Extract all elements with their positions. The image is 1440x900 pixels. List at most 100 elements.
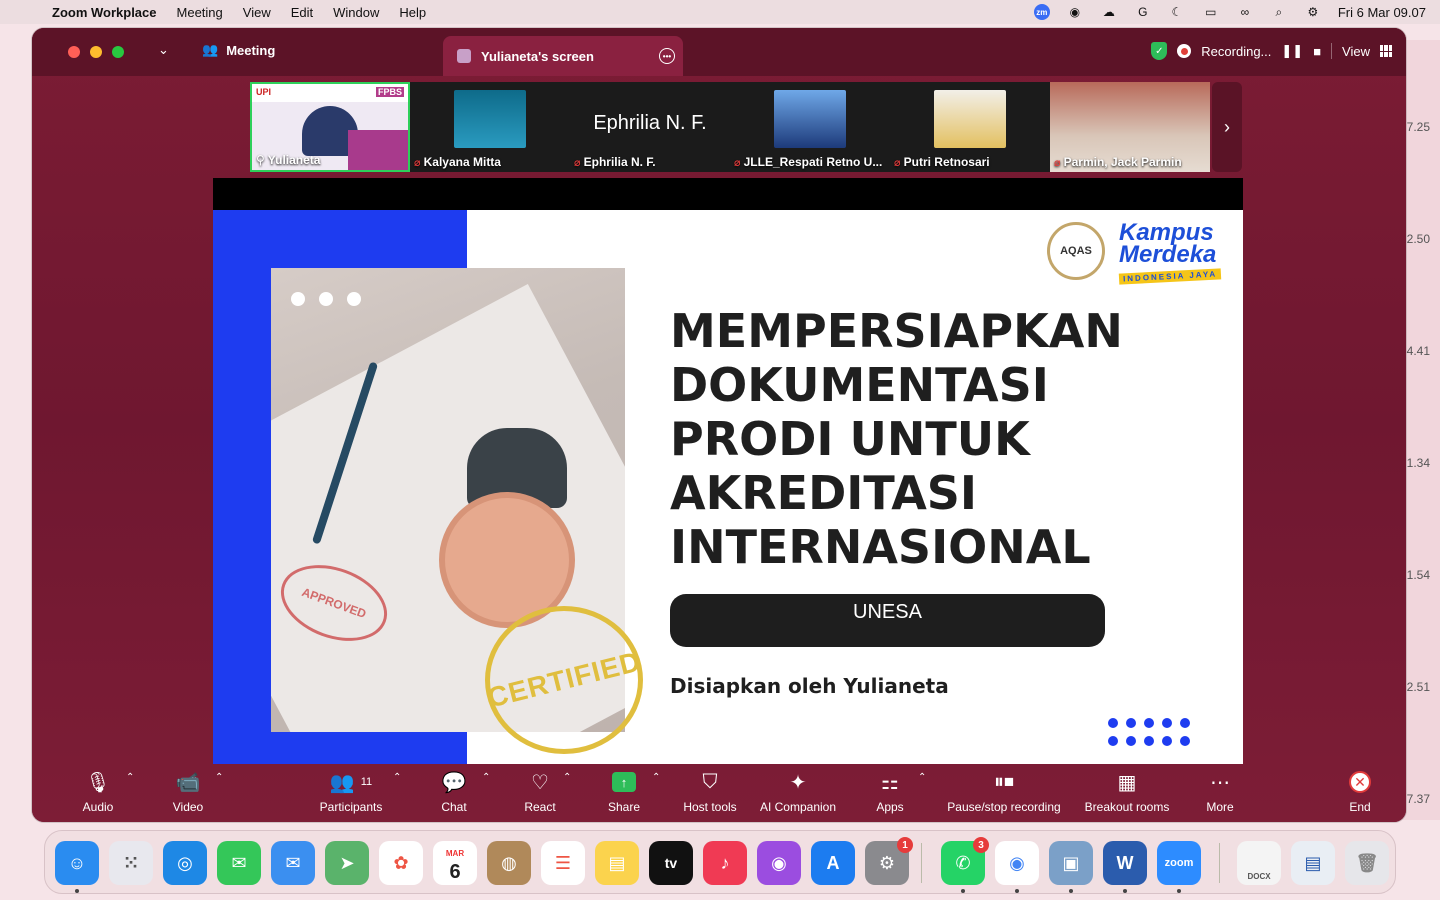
- downloads-stack-icon[interactable]: ▤: [1291, 841, 1335, 885]
- battery-icon[interactable]: ▭: [1202, 5, 1220, 19]
- cloud-icon[interactable]: ☁: [1100, 5, 1118, 19]
- recording-status: Recording...: [1201, 43, 1272, 59]
- menubar-datetime[interactable]: Fri 6 Mar 09.07: [1338, 5, 1426, 20]
- security-shield-icon[interactable]: ✓: [1151, 42, 1168, 60]
- notification-badge: 3: [973, 837, 989, 853]
- menu-app-name[interactable]: Zoom Workplace: [52, 5, 157, 20]
- participant-thumbnail[interactable]: ⌀ Putri Retnosari: [890, 82, 1050, 172]
- participant-thumbnail[interactable]: UPI FPBS ⚲ Yulianeta: [250, 82, 410, 172]
- control-center-icon[interactable]: ⚙: [1304, 5, 1322, 19]
- muted-mic-icon: ⌀: [734, 156, 741, 169]
- audio-options-caret-icon[interactable]: ⌃: [126, 772, 134, 783]
- end-meeting-button[interactable]: ✕ End: [1344, 768, 1376, 820]
- menu-help[interactable]: Help: [399, 5, 426, 20]
- participants-button[interactable]: 👥 11 Participants: [318, 768, 384, 820]
- share-options-caret-icon[interactable]: ⌃: [652, 772, 660, 783]
- reminders-icon[interactable]: ☰: [541, 841, 585, 885]
- dot-grid-decoration: [1108, 718, 1190, 746]
- podcasts-icon[interactable]: ◉: [757, 841, 801, 885]
- background-number: 7.25: [1406, 120, 1430, 134]
- chat-options-caret-icon[interactable]: ⌃: [482, 772, 490, 783]
- docx-file-icon[interactable]: DOCX: [1237, 841, 1281, 885]
- participant-name: Kalyana Mitta: [423, 155, 501, 169]
- participant-thumbnail[interactable]: ⌀ JLLE_Respati Retno U...: [730, 82, 890, 172]
- menu-edit[interactable]: Edit: [291, 5, 313, 20]
- rocket-icon[interactable]: ◉: [1066, 5, 1084, 19]
- contacts-icon[interactable]: ◍: [487, 841, 531, 885]
- participant-video: [934, 90, 1006, 148]
- react-button[interactable]: ♡ React: [522, 768, 558, 820]
- app-store-icon[interactable]: A: [811, 841, 855, 885]
- zoom-status-icon[interactable]: zm: [1033, 4, 1050, 20]
- chrome-icon[interactable]: ◉: [995, 841, 1039, 885]
- apps-options-caret-icon[interactable]: ⌃: [918, 772, 926, 783]
- minimize-window-button[interactable]: [90, 46, 102, 58]
- video-button[interactable]: 📹 Video: [168, 768, 208, 820]
- moon-icon[interactable]: ☾: [1168, 5, 1186, 19]
- menu-view[interactable]: View: [243, 5, 271, 20]
- chat-button[interactable]: 💬 Chat: [440, 768, 468, 820]
- running-indicator: [1177, 889, 1181, 893]
- menu-meeting[interactable]: Meeting: [177, 5, 223, 20]
- photos-icon[interactable]: ✿: [379, 841, 423, 885]
- background-number: 2.50: [1406, 232, 1430, 246]
- breakout-rooms-button[interactable]: ▦ Breakout rooms: [1082, 768, 1172, 820]
- trash-icon[interactable]: 🗑: [1345, 841, 1389, 885]
- react-options-caret-icon[interactable]: ⌃: [563, 772, 571, 783]
- chevron-down-icon[interactable]: ⌄: [158, 42, 169, 58]
- word-label: W: [1116, 852, 1134, 873]
- menu-window[interactable]: Window: [333, 5, 379, 20]
- apps-button[interactable]: ⚏ Apps: [874, 768, 906, 820]
- more-button[interactable]: ⋯ More: [1204, 768, 1236, 820]
- participants-label: Participants: [319, 800, 383, 814]
- view-button-label[interactable]: View: [1342, 44, 1370, 59]
- screen-share-tab[interactable]: Yulianeta's screen •••: [443, 36, 683, 76]
- fullscreen-window-button[interactable]: [112, 46, 124, 58]
- share-button[interactable]: ↑ Share: [606, 768, 642, 820]
- meeting-tab[interactable]: 👥 Meeting: [202, 42, 275, 58]
- pause-stop-recording-button[interactable]: ⏸⏹ Pause/stop recording: [944, 768, 1064, 820]
- react-label: React: [524, 800, 556, 814]
- word-icon[interactable]: W: [1103, 841, 1147, 885]
- more-label: More: [1206, 800, 1234, 814]
- music-icon[interactable]: ♪: [703, 841, 747, 885]
- participant-thumbnail[interactable]: ⌀ Kalyana Mitta: [410, 82, 570, 172]
- stop-recording-icon[interactable]: ■: [1313, 44, 1321, 59]
- messages-icon[interactable]: ✉: [217, 841, 261, 885]
- video-label: Video: [172, 800, 204, 814]
- calendar-icon[interactable]: MAR 6: [433, 841, 477, 885]
- participant-thumbnail[interactable]: Ephrilia N. F. ⌀ Ephrilia N. F.: [570, 82, 730, 172]
- host-tools-button[interactable]: ⛉ Host tools: [680, 768, 740, 820]
- notes-icon[interactable]: ▤: [595, 841, 639, 885]
- more-options-icon[interactable]: •••: [659, 48, 675, 64]
- divider: [1331, 43, 1333, 59]
- close-window-button[interactable]: [68, 46, 80, 58]
- finder-icon[interactable]: ☺: [55, 841, 99, 885]
- launchpad-icon[interactable]: ⁙: [109, 841, 153, 885]
- participant-thumbnail[interactable]: ⌀ Parmin, Jack Parmin: [1050, 82, 1210, 172]
- maps-icon[interactable]: ➤: [325, 841, 369, 885]
- safari-icon[interactable]: ◎: [163, 841, 207, 885]
- link-icon[interactable]: ∞: [1236, 5, 1254, 19]
- mail-icon[interactable]: ✉: [271, 841, 315, 885]
- participants-options-caret-icon[interactable]: ⌃: [393, 772, 401, 783]
- pause-stop-icon: ⏸⏹: [994, 770, 1014, 793]
- apple-tv-icon[interactable]: tv: [649, 841, 693, 885]
- preview-icon[interactable]: ▣: [1049, 841, 1093, 885]
- view-grid-icon[interactable]: [1380, 45, 1392, 57]
- pause-recording-icon[interactable]: ❚❚: [1281, 43, 1303, 59]
- breakout-rooms-icon: ▦: [1117, 771, 1137, 794]
- system-settings-icon[interactable]: ⚙ 1: [865, 837, 913, 885]
- ai-companion-button[interactable]: ✦ AI Companion: [758, 768, 838, 820]
- video-options-caret-icon[interactable]: ⌃: [215, 772, 223, 783]
- grammarly-icon[interactable]: G: [1134, 5, 1152, 19]
- running-indicator: [1123, 889, 1127, 893]
- aqas-logo: AQAS: [1047, 222, 1105, 280]
- zoom-app-icon[interactable]: zoom: [1157, 841, 1201, 885]
- audio-button[interactable]: 🎙 Audio: [80, 768, 116, 820]
- search-icon[interactable]: ⌕: [1270, 5, 1288, 19]
- participant-name: JLLE_Respati Retno U...: [743, 155, 883, 169]
- next-participants-chevron-icon[interactable]: ›: [1212, 82, 1242, 172]
- whatsapp-icon[interactable]: ✆ 3: [941, 837, 989, 885]
- end-label: End: [1349, 800, 1371, 814]
